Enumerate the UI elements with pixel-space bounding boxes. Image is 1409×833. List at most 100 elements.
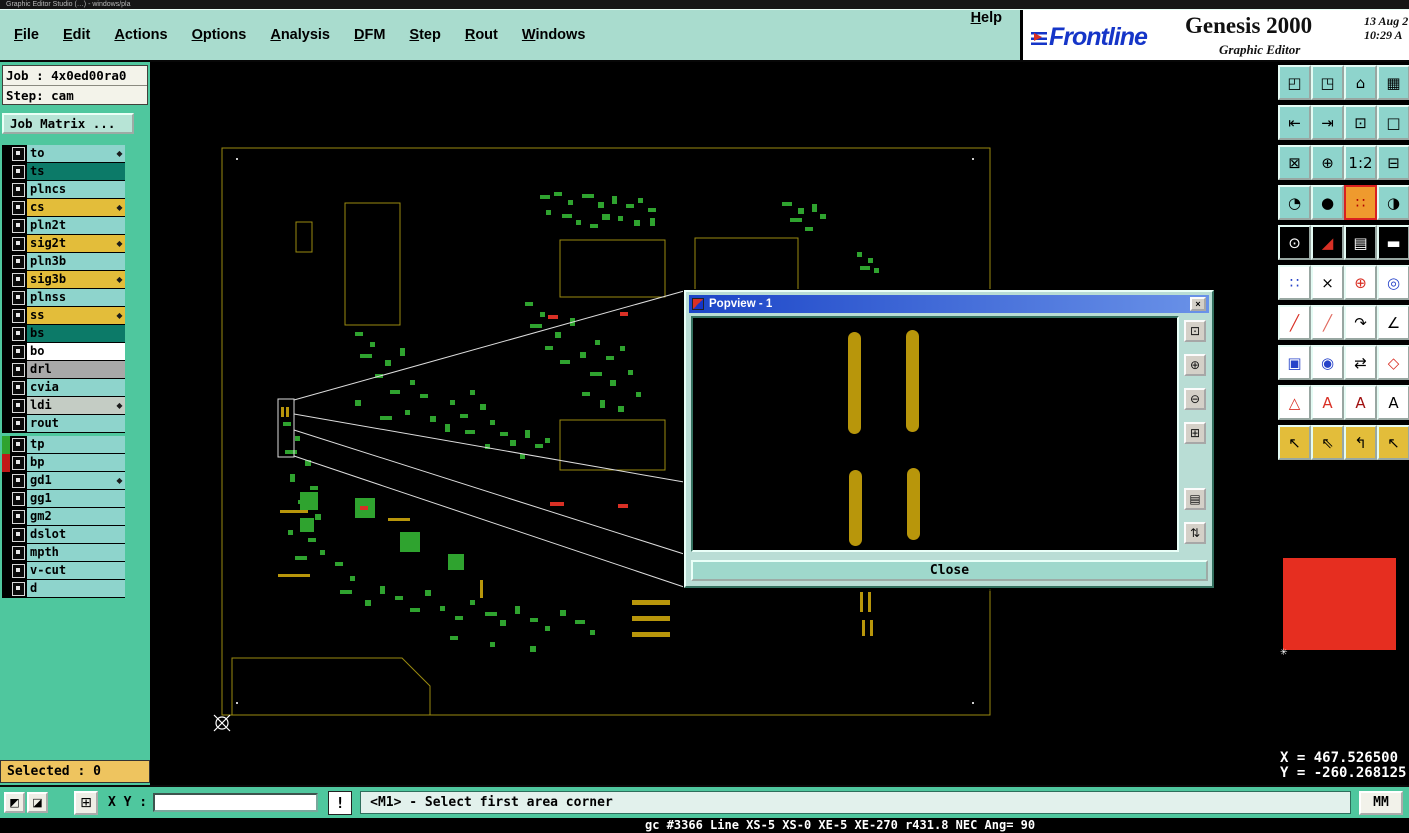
menu-windows[interactable]: Windows: [522, 27, 586, 43]
layer-checkbox[interactable]: [12, 255, 25, 269]
target-button[interactable]: ◉: [1311, 345, 1344, 380]
delete-tool-button[interactable]: ×: [1311, 265, 1344, 300]
alert-button[interactable]: !: [328, 790, 353, 815]
transfer-button[interactable]: ⇄: [1344, 345, 1377, 380]
line-light-button[interactable]: ╱: [1311, 305, 1344, 340]
contrast-tool-button[interactable]: ◑: [1377, 185, 1409, 220]
popview-layers-button[interactable]: ▤: [1184, 488, 1206, 510]
layer-label[interactable]: gg1: [27, 490, 125, 508]
layer-label[interactable]: d: [27, 580, 125, 598]
zoom-frame-button[interactable]: □: [1377, 105, 1409, 140]
layer-row[interactable]: v-cut: [2, 562, 125, 580]
select-cursor-alt-button[interactable]: ⇖: [1311, 425, 1344, 460]
bar-tool-button[interactable]: ▬: [1377, 225, 1409, 260]
layer-checkbox[interactable]: [12, 183, 25, 197]
layer-label[interactable]: drl: [27, 361, 125, 379]
navigator-view-rect[interactable]: [1283, 558, 1396, 650]
layer-label[interactable]: to ◆: [27, 145, 125, 163]
layer-checkbox[interactable]: [12, 417, 25, 431]
layer-row[interactable]: rout: [2, 415, 125, 433]
layer-label[interactable]: bs: [27, 325, 125, 343]
menu-analysis[interactable]: Analysis: [270, 27, 330, 43]
zoom-ratio-button[interactable]: 1:2: [1344, 145, 1377, 180]
layer-checkbox[interactable]: [12, 510, 25, 524]
layer-label[interactable]: bo: [27, 343, 125, 361]
menu-options[interactable]: Options: [192, 27, 247, 43]
flash-tool-button[interactable]: ◇: [1377, 345, 1409, 380]
zoom-section-button[interactable]: ⊟: [1377, 145, 1409, 180]
text-plain-button[interactable]: A: [1377, 385, 1409, 420]
negative-layer-button[interactable]: ◩: [4, 792, 25, 813]
layer-row[interactable]: ldi ◆: [2, 397, 125, 415]
xy-input[interactable]: [153, 793, 319, 812]
layer-checkbox[interactable]: [12, 309, 25, 323]
select-corner-button[interactable]: ↰: [1344, 425, 1377, 460]
triangle-measure-button[interactable]: △: [1278, 385, 1311, 420]
layer-row[interactable]: bo: [2, 343, 125, 361]
layer-row[interactable]: sig2t ◆: [2, 235, 125, 253]
layer-label[interactable]: sig3b ◆: [27, 271, 125, 289]
layer-label[interactable]: cvia: [27, 379, 125, 397]
layer-checkbox[interactable]: [12, 474, 25, 488]
view-tile-button[interactable]: ▦: [1377, 65, 1409, 100]
positive-layer-button[interactable]: ◪: [27, 792, 48, 813]
popview-close-button[interactable]: Close: [691, 560, 1208, 581]
select-area-button[interactable]: ↖: [1377, 425, 1409, 460]
zoom-window-button[interactable]: ⊡: [1344, 105, 1377, 140]
layer-label[interactable]: pln3b: [27, 253, 125, 271]
angle-tool-button[interactable]: ∠: [1377, 305, 1409, 340]
grid-toggle-button[interactable]: ⊞: [74, 790, 98, 815]
center-point-button[interactable]: ⊙: [1278, 225, 1311, 260]
arc-tool-button[interactable]: ↷: [1344, 305, 1377, 340]
popview-sync-button[interactable]: ⇅: [1184, 522, 1206, 544]
pad-pattern-button[interactable]: ∷: [1278, 265, 1311, 300]
layer-checkbox[interactable]: [12, 363, 25, 377]
layer-row[interactable]: ss ◆: [2, 307, 125, 325]
layer-label[interactable]: dslot: [27, 526, 125, 544]
layer-row[interactable]: cvia: [2, 379, 125, 397]
popview-close-x-button[interactable]: ×: [1190, 297, 1206, 311]
view-screen-button[interactable]: ◰: [1278, 65, 1311, 100]
layer-row[interactable]: pln3b: [2, 253, 125, 271]
view-home-button[interactable]: ⌂: [1344, 65, 1377, 100]
layer-row[interactable]: sig3b ◆: [2, 271, 125, 289]
menu-help[interactable]: Help: [971, 10, 1002, 60]
layer-label[interactable]: mpth: [27, 544, 125, 562]
layer-label[interactable]: v-cut: [27, 562, 125, 580]
layer-checkbox[interactable]: [12, 327, 25, 341]
pad-swap-button[interactable]: ▣: [1278, 345, 1311, 380]
layer-checkbox[interactable]: [12, 381, 25, 395]
layer-row[interactable]: bs: [2, 325, 125, 343]
layer-checkbox[interactable]: [12, 546, 25, 560]
menu-step[interactable]: Step: [409, 27, 440, 43]
layer-label[interactable]: bp: [27, 454, 125, 472]
job-matrix-button[interactable]: Job Matrix ...: [2, 113, 134, 134]
layer-row[interactable]: gd1 ◆: [2, 472, 125, 490]
layer-label[interactable]: plncs: [27, 181, 125, 199]
clock-tool-button[interactable]: ◔: [1278, 185, 1311, 220]
layer-checkbox[interactable]: [12, 456, 25, 470]
layer-label[interactable]: pln2t: [27, 217, 125, 235]
layer-row[interactable]: cs ◆: [2, 199, 125, 217]
layer-row[interactable]: plncs: [2, 181, 125, 199]
view-pan-button[interactable]: ◳: [1311, 65, 1344, 100]
layer-checkbox[interactable]: [12, 345, 25, 359]
layer-label[interactable]: plnss: [27, 289, 125, 307]
layer-row[interactable]: dslot: [2, 526, 125, 544]
text-outline-button[interactable]: A: [1311, 385, 1344, 420]
pan-right-button[interactable]: ⇥: [1311, 105, 1344, 140]
layer-row[interactable]: ts: [2, 163, 125, 181]
layer-checkbox[interactable]: [12, 237, 25, 251]
menu-file[interactable]: File: [14, 27, 39, 43]
popview-zoom-out-button[interactable]: ⊖: [1184, 388, 1206, 410]
layer-checkbox[interactable]: [12, 528, 25, 542]
select-cursor-button[interactable]: ↖: [1278, 425, 1311, 460]
popview-canvas[interactable]: [691, 316, 1179, 552]
menu-dfm[interactable]: DFM: [354, 27, 385, 43]
layer-label[interactable]: ts: [27, 163, 125, 181]
layer-label[interactable]: gd1 ◆: [27, 472, 125, 490]
zoom-center-button[interactable]: ⊕: [1311, 145, 1344, 180]
layer-row[interactable]: pln2t: [2, 217, 125, 235]
layer-checkbox[interactable]: [12, 564, 25, 578]
pan-left-button[interactable]: ⇤: [1278, 105, 1311, 140]
